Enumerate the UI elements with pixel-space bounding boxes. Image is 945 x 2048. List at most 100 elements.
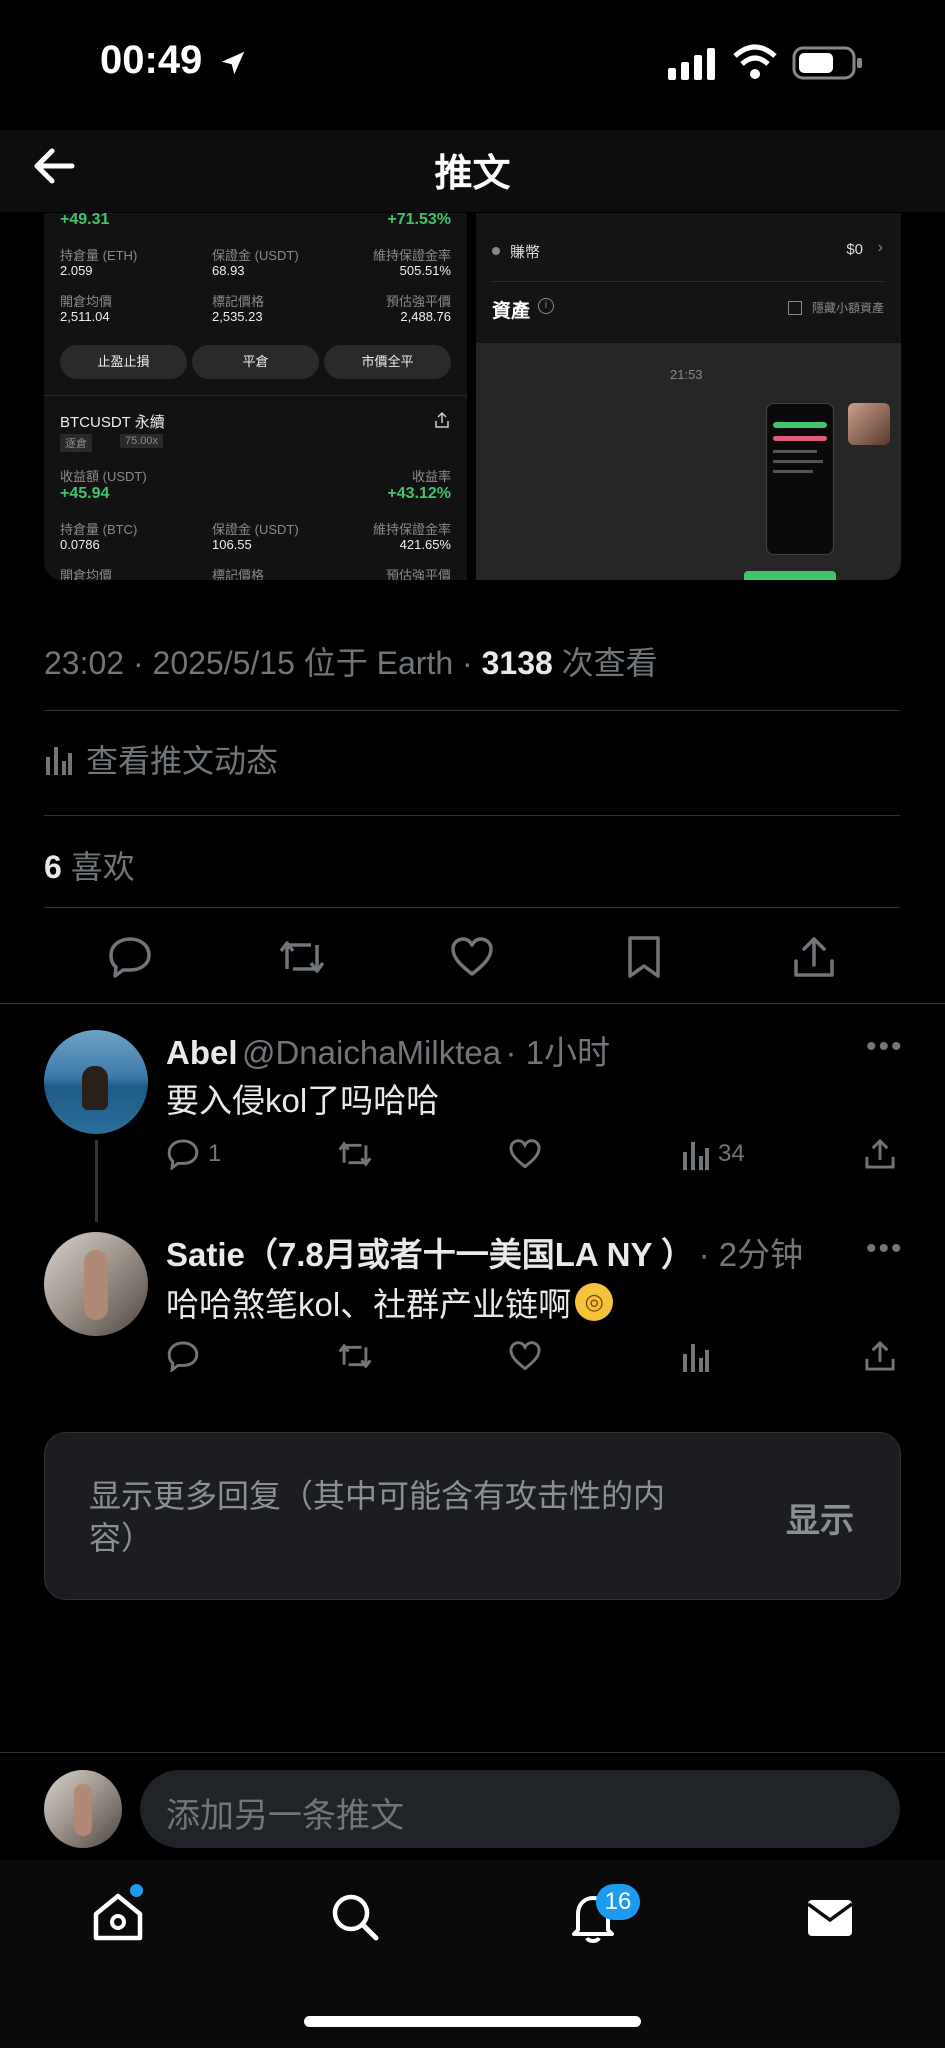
eth-label-3: 維持保證金率 <box>372 248 451 263</box>
reply-author-name[interactable]: Abel <box>166 1034 238 1071</box>
face-thumbnail <box>848 403 890 445</box>
tweet-timestamp: 23:02 · 2025/5/15 位于 Earth · <box>44 645 482 681</box>
status-time: 00:49 <box>100 38 203 82</box>
eth-value-1: 2.059 <box>60 263 93 278</box>
show-more-replies-box: 显示更多回复（其中可能含有攻击性的内容） 显示 <box>44 1432 901 1600</box>
page-title: 推文 <box>434 153 511 195</box>
view-count: 3138 <box>481 645 553 681</box>
likes-row[interactable]: 6 喜欢 <box>44 842 135 888</box>
bookmark-button[interactable] <box>614 927 674 987</box>
reply-time: · 1小时 <box>505 1034 611 1071</box>
checkbox-icon <box>788 301 802 315</box>
reply-icon <box>109 937 151 978</box>
eth-value-2: 68.93 <box>212 263 245 278</box>
tweet-image-right[interactable]: 賺幣 $0 › 資產 i 隱藏小額資產 21:53 <box>476 213 901 580</box>
messages-mail-icon[interactable] <box>806 1898 854 1938</box>
more-options-icon[interactable]: ••• <box>866 1030 904 1064</box>
likes-count: 6 <box>44 849 62 885</box>
analytics-icon <box>683 1142 709 1170</box>
share-icon <box>794 937 834 977</box>
reply-views-button[interactable]: 34 <box>680 1138 745 1170</box>
view-count-label: 次查看 <box>552 645 658 681</box>
reply-text-row: 哈哈煞笔kol、社群产业链啊 ◎ <box>166 1278 614 1326</box>
analytics-icon <box>46 747 72 775</box>
heart-icon <box>451 937 493 976</box>
eth-label-1: 持倉量 (ETH) <box>60 248 138 263</box>
tweet-activity-label: 查看推文动态 <box>86 743 279 779</box>
search-icon[interactable] <box>330 1892 380 1942</box>
earn-label: 賺幣 <box>510 244 541 261</box>
reply-text: 哈哈煞笔kol、社群产业链啊 <box>166 1286 572 1323</box>
reply-like-button[interactable] <box>508 1340 542 1372</box>
battery-icon <box>792 46 862 80</box>
reply-like-button[interactable] <box>508 1138 542 1170</box>
btc-label2-3: 預估強平價 <box>385 568 451 580</box>
divider <box>44 907 900 908</box>
image-divider <box>44 395 467 396</box>
divider <box>0 1003 945 1004</box>
tweet-activity-row[interactable]: 查看推文动态 <box>44 736 278 782</box>
home-icon[interactable] <box>92 1892 144 1942</box>
retweet-icon <box>338 1141 372 1167</box>
divider <box>0 1752 945 1753</box>
compose-input[interactable]: 添加另一条推文 <box>140 1770 900 1848</box>
reply-author-name[interactable]: Satie（7.8月或者十一美国LA NY ） <box>166 1236 694 1273</box>
notifications-badge: 16 <box>596 1884 640 1920</box>
eth-label-2: 保證金 (USDT) <box>212 248 299 263</box>
thread-line <box>95 1140 98 1222</box>
reply-retweet-button[interactable] <box>336 1340 374 1372</box>
reply-author-handle[interactable]: @DnaichaMilktea <box>242 1034 501 1071</box>
assets-label: 資產 <box>492 301 531 322</box>
assets-divider <box>492 281 885 282</box>
btc-roe: +43.12% <box>387 485 451 502</box>
tweet-meta: 23:02 · 2025/5/15 位于 Earth · 3138 次查看 <box>44 638 658 684</box>
dizzy-face-emoji-icon: ◎ <box>575 1283 614 1321</box>
status-bar: 00:49 <box>0 0 945 130</box>
reply-reply-button[interactable]: 1 <box>166 1138 221 1170</box>
retweet-button[interactable] <box>272 927 332 987</box>
divider <box>44 815 900 816</box>
reply-icon <box>167 1341 199 1372</box>
btc-title: BTCUSDT 永續 <box>60 414 165 431</box>
avatar[interactable] <box>44 1232 148 1336</box>
tp-sl-button: 止盈止損 <box>60 345 187 379</box>
tweet-image-left[interactable]: +49.31 +71.53% 持倉量 (ETH) 保證金 (USDT) 維持保證… <box>44 213 467 580</box>
reply-text: 要入侵kol了吗哈哈 <box>166 1082 440 1119</box>
eth-label2-3: 預估強平價 <box>385 294 451 309</box>
more-options-icon[interactable]: ••• <box>866 1232 904 1266</box>
analytics-icon <box>683 1344 709 1372</box>
btc-value-3: 421.65% <box>399 537 451 552</box>
like-button[interactable] <box>442 927 502 987</box>
share-icon <box>435 411 449 428</box>
btc-label-2: 保證金 (USDT) <box>212 522 299 537</box>
btc-roe-label: 收益率 <box>411 469 451 484</box>
retweet-icon <box>338 1343 372 1369</box>
reply-share-button[interactable] <box>864 1340 896 1372</box>
chevron-right-icon: › <box>877 239 883 256</box>
info-icon: i <box>538 298 554 314</box>
btc-label-3: 維持保證金率 <box>372 522 451 537</box>
my-avatar[interactable] <box>44 1770 122 1848</box>
show-button[interactable]: 显示 <box>786 1493 854 1542</box>
earn-dot <box>492 247 500 255</box>
show-more-replies-text: 显示更多回复（其中可能含有攻击性的内容） <box>89 1478 666 1556</box>
btc-tag-1: 逐倉 <box>60 434 92 452</box>
likes-label: 喜欢 <box>61 849 135 885</box>
avatar[interactable] <box>44 1030 148 1134</box>
reply-share-button[interactable] <box>864 1138 896 1170</box>
btc-pnl: +45.94 <box>60 485 110 502</box>
reply-retweet-button[interactable] <box>336 1138 374 1170</box>
eth-value2-1: 2,511.04 <box>60 309 110 324</box>
reply-icon <box>167 1139 199 1170</box>
reply-button[interactable] <box>100 927 160 987</box>
share-button[interactable] <box>784 927 844 987</box>
eth-label2-2: 標記價格 <box>212 294 265 309</box>
earn-value: $0 <box>846 241 863 258</box>
green-bar <box>744 571 836 580</box>
home-badge-dot <box>130 1884 143 1897</box>
reply-reply-button[interactable] <box>166 1340 200 1372</box>
eth-roe: +71.53% <box>387 213 451 228</box>
share-icon <box>865 1340 895 1371</box>
reply-views-button[interactable] <box>680 1340 710 1372</box>
reply-view-count: 34 <box>718 1140 745 1167</box>
